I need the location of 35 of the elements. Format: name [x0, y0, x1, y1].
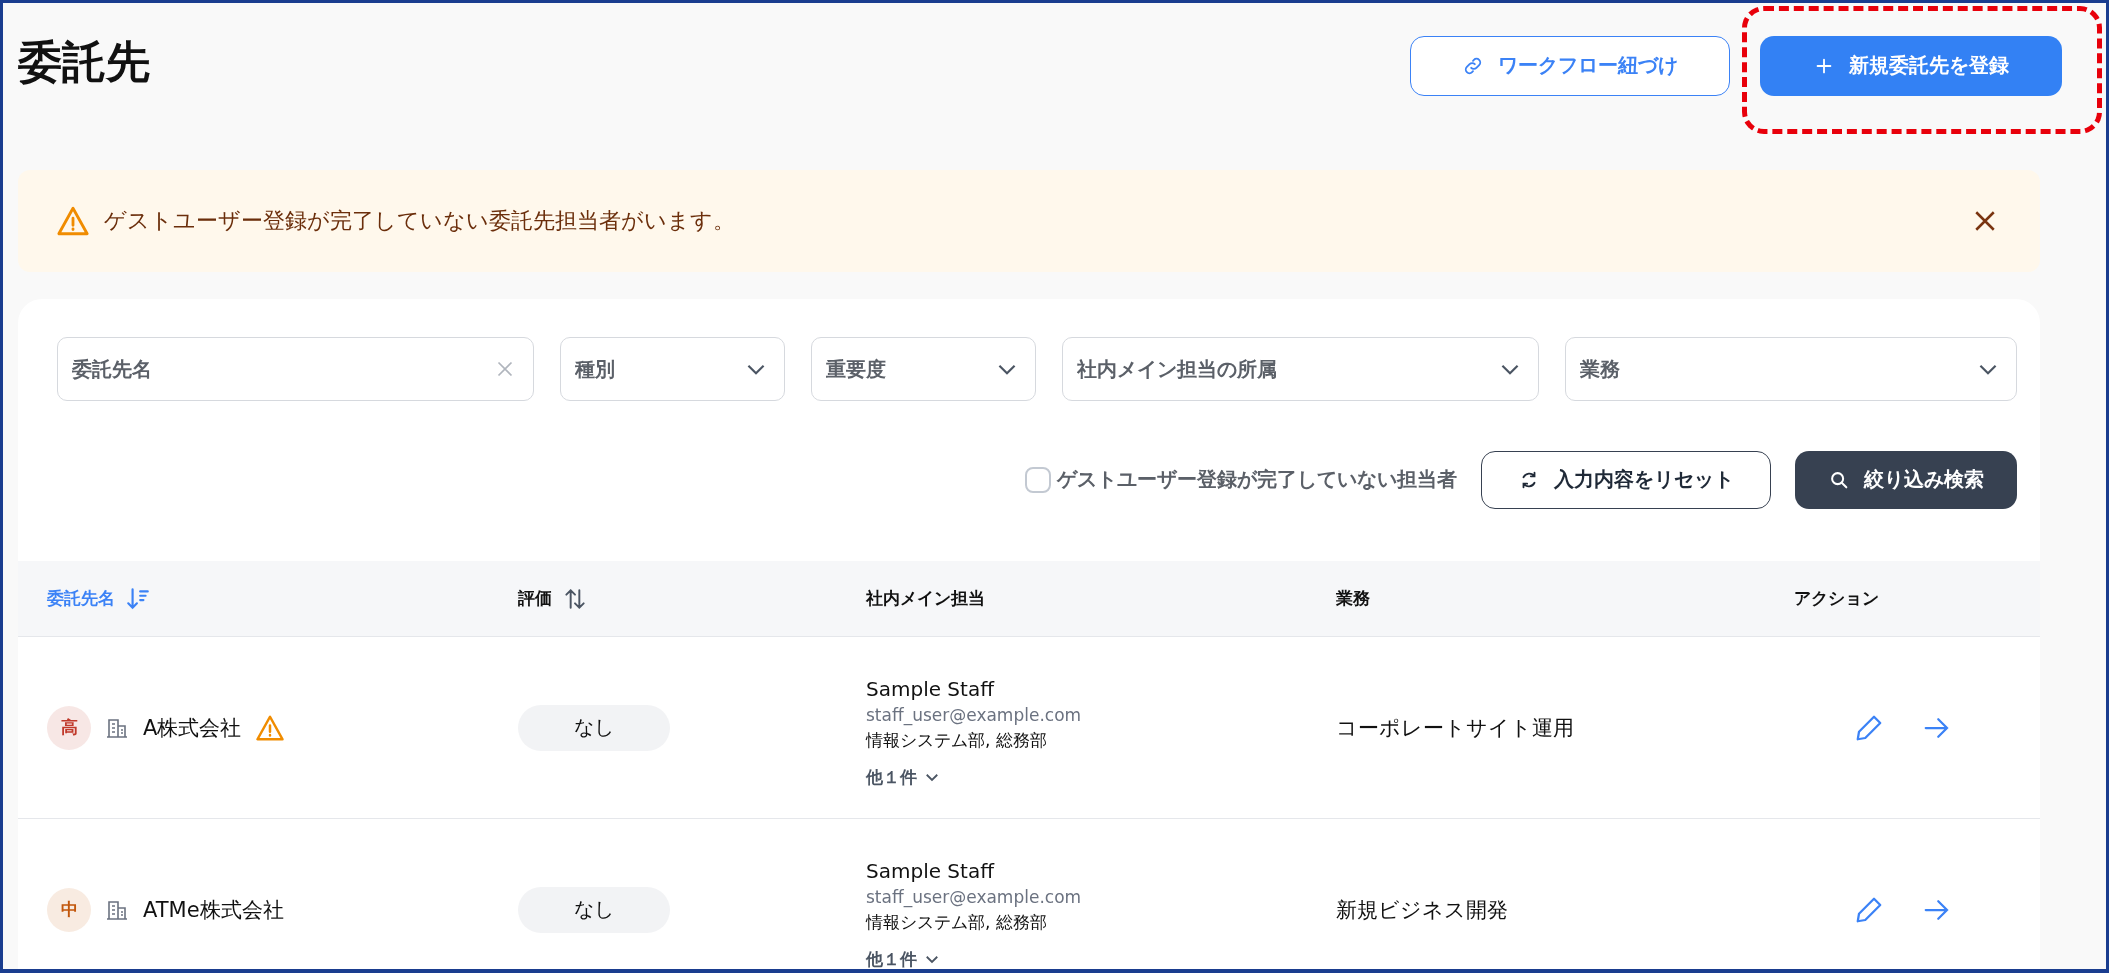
more-toggle[interactable]: 他１件: [866, 765, 941, 789]
workflow-link-button[interactable]: ワークフロー紐づけ: [1410, 35, 1730, 96]
filter-dropdown[interactable]: 業務: [1565, 337, 2017, 401]
business-cell-text: コーポレートサイト運用: [1336, 714, 1574, 742]
staff-email: staff_user@example.com: [866, 886, 1082, 907]
priority-badge: 高: [47, 705, 91, 750]
column-header: アクション: [1794, 587, 1879, 610]
company-name[interactable]: ATMe株式会社: [143, 895, 284, 924]
more-toggle[interactable]: 他１件: [866, 947, 941, 969]
register-button[interactable]: 新規委託先を登録: [1760, 35, 2062, 96]
reset-button[interactable]: 入力内容をリセット: [1481, 450, 1771, 509]
staff-email: staff_user@example.com: [866, 704, 1082, 725]
name-search-field[interactable]: 委託先名: [57, 337, 534, 401]
filter-dropdown[interactable]: 社内メイン担当の所属: [1062, 337, 1539, 401]
rating-pill: なし: [518, 704, 670, 751]
warning-message: ゲストユーザー登録が完了していない委託先担当者がいます。: [104, 207, 736, 235]
staff-department: 情報システム部, 総務部: [866, 728, 1047, 752]
staff-name: Sample Staff: [866, 858, 994, 883]
company-name[interactable]: A株式会社: [143, 713, 242, 742]
sort-descending-icon[interactable]: [125, 585, 151, 612]
staff-department: 情報システム部, 総務部: [866, 910, 1047, 934]
staff-name: Sample Staff: [866, 676, 994, 701]
column-header: 業務: [1336, 587, 1370, 610]
search-button[interactable]: 絞り込み検索: [1795, 450, 2017, 509]
filter-dropdown[interactable]: 種別: [560, 337, 785, 401]
business-cell-text: 新規ビジネス開発: [1336, 896, 1508, 924]
checkbox[interactable]: [1025, 466, 1051, 493]
warning-icon: [56, 204, 90, 238]
page-title: 委託先: [18, 35, 150, 89]
priority-badge: 中: [47, 887, 91, 932]
column-header: 社内メイン担当: [866, 587, 985, 610]
filter-dropdown[interactable]: 重要度: [811, 337, 1036, 401]
column-header[interactable]: 評価: [518, 587, 552, 610]
rating-pill: なし: [518, 886, 670, 933]
checkbox-label: ゲストユーザー登録が完了していない担当者: [1057, 466, 1457, 493]
